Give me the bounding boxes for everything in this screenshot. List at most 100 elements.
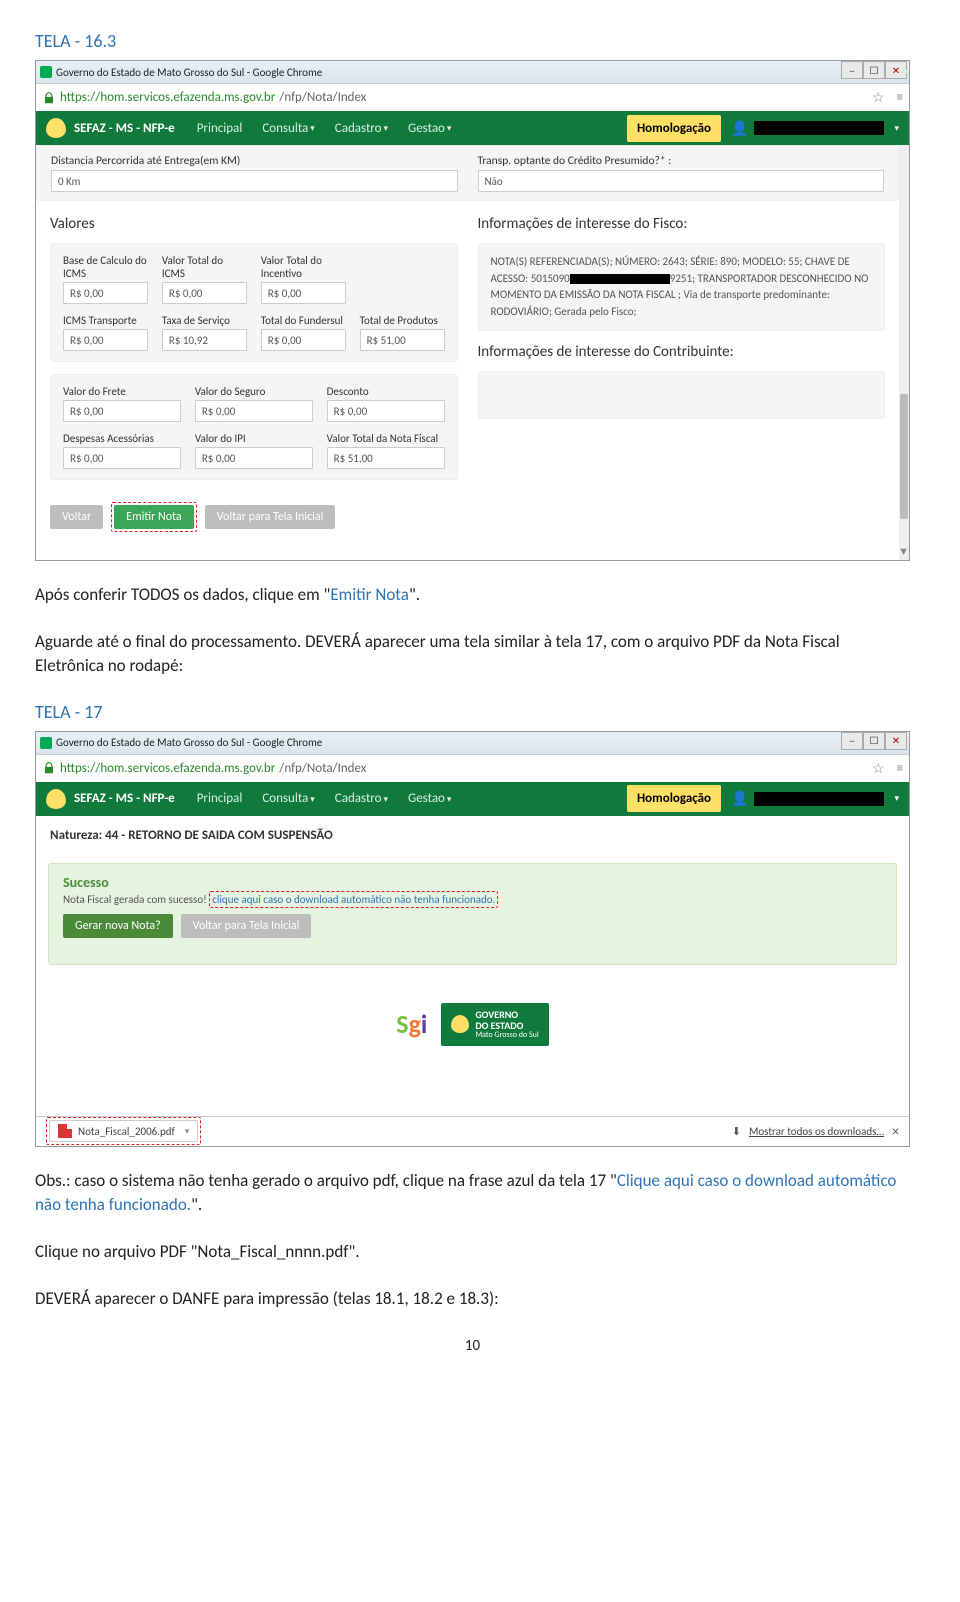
total-fundersul-field: R$ 0,00 <box>261 329 346 351</box>
download-filename: Nota_Fiscal_2006.pdf <box>78 1125 175 1138</box>
valor-total-icms-label: Valor Total do ICMS <box>162 254 247 280</box>
vertical-scrollbar[interactable] <box>899 145 909 560</box>
chevron-down-icon: ▾ <box>310 123 315 134</box>
valor-total-nf-field: R$ 51,00 <box>327 447 445 469</box>
valor-ipi-field: R$ 0,00 <box>195 447 313 469</box>
sgi-logo: Sgi <box>396 1008 427 1040</box>
download-bar: Nota_Fiscal_2006.pdf ▾ ⬇ Mostrar todos o… <box>36 1116 909 1146</box>
voltar-tela-inicial-button[interactable]: Voltar para Tela Inicial <box>205 505 336 529</box>
scrollbar-arrow-up[interactable]: ▲ <box>899 63 910 76</box>
valor-total-incentivo-label: Valor Total do Incentivo <box>261 254 346 280</box>
tela-16-3-header: TELA - 16.3 <box>35 30 910 52</box>
nav-principal[interactable]: Principal <box>197 121 243 136</box>
chrome-menu-icon[interactable]: ≡ <box>897 90 903 105</box>
success-text: Nota Fiscal gerada com sucesso! <box>63 893 207 906</box>
gerar-nova-nota-button[interactable]: Gerar nova Nota? <box>63 914 173 938</box>
browser-titlebar: Governo do Estado de Mato Grosso do Sul … <box>36 732 909 754</box>
highlight-download-link: clique aqui caso o download automático n… <box>209 891 498 908</box>
icms-transporte-field: R$ 0,00 <box>63 329 148 351</box>
valor-seguro-label: Valor do Seguro <box>195 385 313 398</box>
app-topbar: SEFAZ - MS - NFP-e Principal Consulta▾ C… <box>36 111 909 145</box>
app-brand: SEFAZ - MS - NFP-e <box>74 121 175 136</box>
app-shield-icon <box>46 118 66 138</box>
bookmark-star-icon[interactable]: ☆ <box>872 760 885 777</box>
browser-addressbar: https://hom.servicos.efazenda.ms.gov.br/… <box>36 754 909 782</box>
user-menu[interactable]: 👤 ▾ <box>731 120 899 137</box>
contribuinte-info-empty <box>478 371 886 419</box>
close-button[interactable]: ✕ <box>885 732 907 750</box>
app-topbar: SEFAZ - MS - NFP-e Principal Consulta▾ C… <box>36 782 909 816</box>
user-name-redacted <box>754 792 884 806</box>
natureza-row: Natureza: 44 - RETORNO DE SAIDA COM SUSP… <box>36 816 909 855</box>
nav-principal[interactable]: Principal <box>197 791 243 806</box>
emitir-nota-button[interactable]: Emitir Nota <box>114 505 193 529</box>
contribuinte-heading: Informações de interesse do Contribuinte… <box>478 343 886 361</box>
highlight-emitir-nota: Emitir Nota <box>111 502 196 532</box>
homologacao-badge: Homologação <box>627 115 721 142</box>
url-host: https://hom.servicos.efazenda.ms.gov.br <box>60 90 275 105</box>
base-icms-field: R$ 0,00 <box>63 282 148 304</box>
url-path: /nfp/Nota/Index <box>279 90 366 105</box>
minimize-button[interactable]: ─ <box>841 732 863 750</box>
close-download-bar[interactable]: × <box>892 1123 899 1140</box>
nav-consulta[interactable]: Consulta▾ <box>262 121 314 136</box>
instruction-paragraph-1: Após conferir TODOS os dados, clique em … <box>35 583 910 608</box>
download-item[interactable]: Nota_Fiscal_2006.pdf ▾ <box>49 1120 198 1142</box>
chrome-menu-icon[interactable]: ≡ <box>897 761 903 776</box>
success-panel: Sucesso Nota Fiscal gerada com sucesso! … <box>48 863 897 965</box>
nav-gestao[interactable]: Gestao▾ <box>408 791 451 806</box>
icms-transporte-label: ICMS Transporte <box>63 314 148 327</box>
user-menu[interactable]: 👤 ▾ <box>731 790 899 807</box>
app-brand: SEFAZ - MS - NFP-e <box>74 791 175 806</box>
distancia-field[interactable]: 0 Km <box>51 170 458 192</box>
user-icon: 👤 <box>731 790 748 807</box>
chevron-down-icon: ▾ <box>383 794 388 805</box>
screenshot-tela-16-3: Governo do Estado de Mato Grosso do Sul … <box>35 60 910 561</box>
show-all-downloads-link[interactable]: Mostrar todos os downloads… <box>749 1125 884 1138</box>
total-produtos-label: Total de Produtos <box>360 314 445 327</box>
nav-consulta[interactable]: Consulta▾ <box>262 791 314 806</box>
obs-paragraph: Obs.: caso o sistema não tenha gerado o … <box>35 1169 910 1218</box>
lock-icon <box>42 91 56 105</box>
total-produtos-field: R$ 51,00 <box>360 329 445 351</box>
transp-field[interactable]: Não <box>478 170 885 192</box>
browser-favicon <box>40 737 52 749</box>
fisco-heading: Informações de interesse do Fisco: <box>478 215 886 233</box>
download-fallback-link[interactable]: clique aqui caso o download automático n… <box>212 893 495 906</box>
voltar-tela-inicial-button[interactable]: Voltar para Tela Inicial <box>181 914 312 938</box>
window-buttons: ─ ☐ ✕ <box>841 732 907 750</box>
bookmark-star-icon[interactable]: ☆ <box>872 89 885 106</box>
browser-title: Governo do Estado de Mato Grosso do Sul … <box>56 736 322 749</box>
voltar-button[interactable]: Voltar <box>50 505 103 529</box>
base-icms-label: Base de Calculo do ICMS <box>63 254 148 280</box>
nav-cadastro[interactable]: Cadastro▾ <box>335 121 388 136</box>
screenshot-tela-17: Governo do Estado de Mato Grosso do Sul … <box>35 731 910 1147</box>
total-fundersul-label: Total do Fundersul <box>261 314 346 327</box>
valor-total-icms-field: R$ 0,00 <box>162 282 247 304</box>
chevron-down-icon[interactable]: ▾ <box>185 1126 190 1137</box>
taxa-servico-field: R$ 10,92 <box>162 329 247 351</box>
instruction-paragraph-4: DEVERÁ aparecer o DANFE para impressão (… <box>35 1287 910 1312</box>
url-host: https://hom.servicos.efazenda.ms.gov.br <box>60 761 275 776</box>
chevron-down-icon: ▾ <box>310 794 315 805</box>
governo-logo: GOVERNODO ESTADOMato Grosso do Sul <box>441 1003 548 1046</box>
transp-label: Transp. optante do Crédito Presumido?* : <box>478 154 885 168</box>
fisco-info: NOTA(S) REFERENCIADA(S); NÚMERO: 2643; S… <box>478 243 886 331</box>
valor-frete-label: Valor do Frete <box>63 385 181 398</box>
despesas-acessorias-field: R$ 0,00 <box>63 447 181 469</box>
user-name-redacted <box>754 121 884 135</box>
scrollbar-arrow-down[interactable]: ▼ <box>898 545 909 558</box>
maximize-button[interactable]: ☐ <box>863 732 885 750</box>
chevron-down-icon: ▾ <box>383 123 388 134</box>
success-title: Sucesso <box>63 874 882 891</box>
nav-cadastro[interactable]: Cadastro▾ <box>335 791 388 806</box>
page-number: 10 <box>35 1337 910 1355</box>
shield-icon <box>451 1015 469 1033</box>
footer-logos: Sgi GOVERNODO ESTADOMato Grosso do Sul <box>36 973 909 1116</box>
download-arrow-icon: ⬇ <box>732 1125 741 1138</box>
maximize-button[interactable]: ☐ <box>863 61 885 79</box>
minimize-button[interactable]: ─ <box>841 61 863 79</box>
distancia-label: Distancia Percorrida até Entrega(em KM) <box>51 154 458 168</box>
nav-gestao[interactable]: Gestao▾ <box>408 121 451 136</box>
chevron-down-icon: ▾ <box>447 794 452 805</box>
